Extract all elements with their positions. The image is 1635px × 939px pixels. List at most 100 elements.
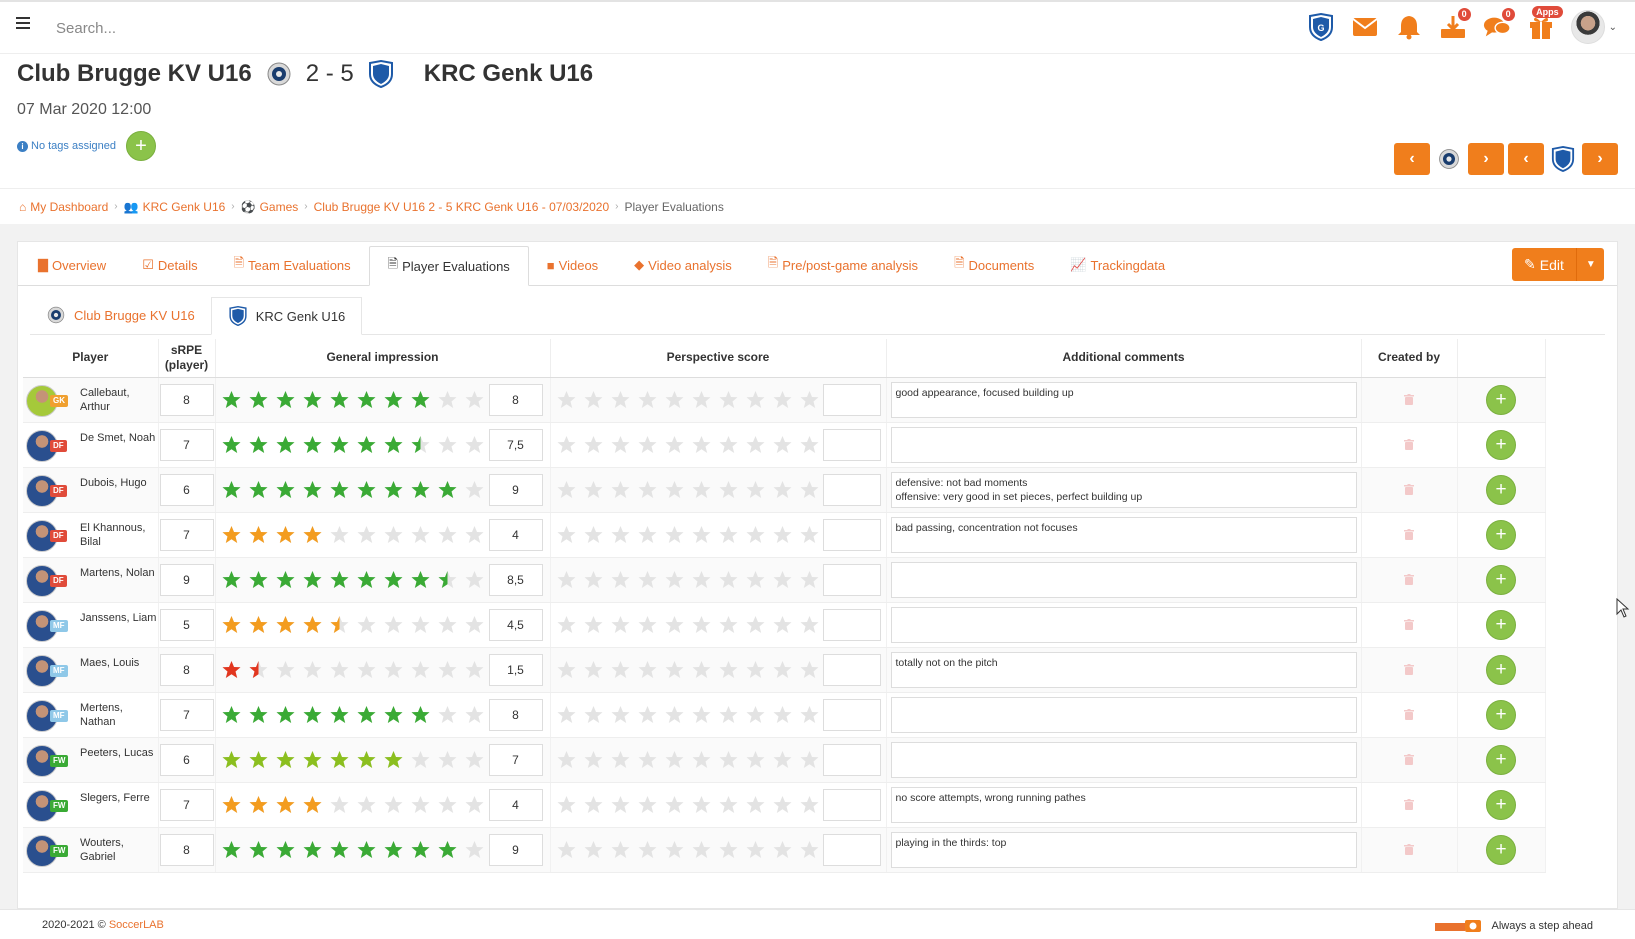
star-icon[interactable] [465,705,484,724]
star-icon[interactable] [330,570,349,589]
star-icon[interactable] [719,435,738,454]
comment-field[interactable]: bad passing, concentration not focuses [890,516,1357,553]
star-icon[interactable] [357,615,376,634]
player-name[interactable]: Wouters, Gabriel [80,836,158,864]
star-icon[interactable] [330,480,349,499]
star-icon[interactable] [557,570,576,589]
general-impression-value[interactable]: 9 [488,833,543,866]
star-icon[interactable] [773,660,792,679]
tab-pre-post-game-analysis[interactable]: 🗎 Pre/post-game analysis [750,245,936,285]
star-icon[interactable] [411,660,430,679]
perspective-score-value[interactable] [822,698,881,731]
srpe-value[interactable]: 8 [159,653,214,686]
star-icon[interactable] [411,840,430,859]
star-icon[interactable] [665,705,684,724]
star-icon[interactable] [438,615,457,634]
player-name[interactable]: Peeters, Lucas [80,746,153,760]
star-icon[interactable] [584,390,603,409]
add-evaluation-button[interactable]: + [1486,609,1516,640]
star-icon[interactable] [665,435,684,454]
add-evaluation-button[interactable]: + [1486,699,1516,730]
player-name[interactable]: De Smet, Noah [80,431,155,445]
star-icon[interactable] [438,705,457,724]
perspective-stars[interactable] [551,840,819,859]
trash-icon[interactable] [1404,844,1414,855]
srpe-value[interactable]: 7 [159,698,214,731]
breadcrumb-games[interactable]: ⚽ Games [241,200,299,214]
star-icon[interactable] [611,795,630,814]
star-icon[interactable] [330,390,349,409]
star-icon[interactable] [465,390,484,409]
star-icon[interactable] [411,750,430,769]
star-icon[interactable] [557,480,576,499]
star-icon[interactable] [357,570,376,589]
player-avatar[interactable]: DF [26,429,67,462]
footer-brand-link[interactable]: SoccerLAB [109,919,164,931]
tab-team-evaluations[interactable]: 🗎 Team Evaluations [216,245,369,285]
perspective-stars[interactable] [551,435,819,454]
star-icon[interactable] [557,615,576,634]
general-stars[interactable] [216,435,484,454]
star-icon[interactable] [303,390,322,409]
bell-icon[interactable] [1395,12,1423,42]
add-evaluation-button[interactable]: + [1486,834,1516,865]
star-icon[interactable] [638,480,657,499]
star-icon[interactable] [222,390,241,409]
star-icon[interactable] [438,570,457,589]
srpe-value[interactable]: 7 [159,428,214,461]
add-evaluation-button[interactable]: + [1486,519,1516,550]
star-icon[interactable] [584,435,603,454]
star-icon[interactable] [330,615,349,634]
subtab-club-brugge[interactable]: Club Brugge KV U16 [30,296,211,334]
star-icon[interactable] [411,705,430,724]
star-icon[interactable] [249,615,268,634]
star-icon[interactable] [222,660,241,679]
star-icon[interactable] [800,480,819,499]
star-icon[interactable] [557,705,576,724]
trash-icon[interactable] [1404,484,1414,495]
next-away-match-button[interactable]: › [1582,143,1618,175]
subtab-krc-genk[interactable]: KRC Genk U16 [210,297,363,335]
perspective-score-value[interactable] [822,428,881,461]
general-impression-value[interactable]: 7 [488,743,543,776]
srpe-value[interactable]: 7 [159,788,214,821]
general-impression-value[interactable]: 7,5 [488,428,543,461]
comment-field[interactable]: no score attempts, wrong running pathes [890,786,1357,823]
star-icon[interactable] [384,615,403,634]
perspective-stars[interactable] [551,615,819,634]
star-icon[interactable] [800,570,819,589]
star-icon[interactable] [746,570,765,589]
perspective-stars[interactable] [551,660,819,679]
star-icon[interactable] [773,750,792,769]
breadcrumb-match[interactable]: Club Brugge KV U16 2 - 5 KRC Genk U16 - … [314,200,610,214]
general-stars[interactable] [216,570,484,589]
star-icon[interactable] [692,750,711,769]
star-icon[interactable] [746,840,765,859]
star-icon[interactable] [800,840,819,859]
general-stars[interactable] [216,660,484,679]
player-avatar[interactable]: DF [26,474,67,507]
star-icon[interactable] [719,525,738,544]
star-icon[interactable] [384,480,403,499]
general-stars[interactable] [216,795,484,814]
star-icon[interactable] [719,840,738,859]
star-icon[interactable] [411,615,430,634]
star-icon[interactable] [638,750,657,769]
star-icon[interactable] [719,570,738,589]
star-icon[interactable] [611,390,630,409]
add-evaluation-button[interactable]: + [1486,564,1516,595]
star-icon[interactable] [330,525,349,544]
perspective-score-value[interactable] [822,833,881,866]
srpe-value[interactable]: 8 [159,383,214,416]
star-icon[interactable] [276,705,295,724]
perspective-score-value[interactable] [822,518,881,551]
star-icon[interactable] [800,435,819,454]
tab-video-analysis[interactable]: ◆ Video analysis [616,245,750,285]
star-icon[interactable] [303,795,322,814]
comment-field[interactable] [890,561,1357,598]
player-name[interactable]: Slegers, Ferre [80,791,150,805]
star-icon[interactable] [773,615,792,634]
star-icon[interactable] [249,435,268,454]
star-icon[interactable] [773,570,792,589]
star-icon[interactable] [584,480,603,499]
